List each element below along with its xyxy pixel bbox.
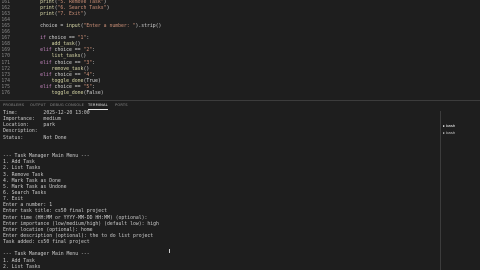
code-token: : bbox=[92, 84, 96, 90]
code-token: : bbox=[92, 72, 96, 78]
code-token: ) bbox=[83, 12, 87, 18]
terminal-list-item-bash[interactable]: ▸ bash bbox=[443, 123, 455, 129]
code-token: "4" bbox=[83, 72, 93, 78]
code-token: choice == bbox=[51, 48, 84, 54]
code-token: toggle_done bbox=[51, 78, 84, 84]
code-token: choice = bbox=[17, 24, 67, 30]
mouse-cursor bbox=[169, 249, 172, 253]
code-token: input bbox=[66, 24, 81, 30]
code-token: "2" bbox=[83, 48, 93, 54]
terminal-output[interactable]: Time: 2025-12-20 13:00 Importance: medium… bbox=[0, 111, 440, 270]
code-token: list_tasks bbox=[51, 54, 81, 60]
code-token: print bbox=[40, 12, 55, 18]
terminal-list-label: bash bbox=[446, 123, 456, 128]
terminal-icon: ▸ bbox=[443, 130, 445, 135]
terminal-line: Task added: cs50 final project bbox=[3, 240, 90, 246]
code-token: ) bbox=[106, 6, 110, 12]
panel-tab-bar: PROBLEMS OUTPUT DEBUG CONSOLE TERMINAL P… bbox=[0, 101, 480, 110]
terminal-line: Status: Not Done bbox=[3, 135, 67, 141]
code-token: (True) bbox=[83, 78, 101, 84]
code-token: toggle_done bbox=[51, 90, 84, 96]
code-token: elif bbox=[40, 48, 52, 54]
code-token: choice == bbox=[51, 60, 84, 66]
line-number: 176 bbox=[1, 90, 10, 96]
tab-ports[interactable]: PORTS bbox=[115, 102, 128, 109]
code-token: elif bbox=[40, 84, 52, 90]
code-token: add_task bbox=[51, 42, 75, 48]
code-token: elif bbox=[40, 60, 52, 66]
code-editor[interactable]: 161 print("5. Remove Task") 162 print("6.… bbox=[0, 0, 480, 100]
code-token: : bbox=[86, 36, 90, 42]
code-token: (False) bbox=[83, 90, 104, 96]
code-token: "5. Remove Task" bbox=[57, 0, 104, 5]
code-token: () bbox=[80, 54, 87, 60]
code-token: ).strip() bbox=[135, 24, 162, 30]
tab-output[interactable]: OUTPUT bbox=[30, 102, 46, 109]
code-token: () bbox=[74, 42, 81, 48]
code-text: toggle_done(False) bbox=[17, 91, 104, 97]
terminal-list-label: bash bbox=[446, 130, 456, 135]
bottom-panel: PROBLEMS OUTPUT DEBUG CONSOLE TERMINAL P… bbox=[0, 100, 480, 270]
terminal-list-item-bash[interactable]: ▸ bash bbox=[443, 130, 455, 136]
code-token: elif bbox=[40, 72, 52, 78]
code-token: choice == bbox=[45, 36, 78, 42]
code-token: "6. Search Tasks" bbox=[57, 6, 107, 12]
code-token: : bbox=[92, 60, 96, 66]
code-token: "Enter a number: " bbox=[83, 24, 136, 30]
code-line: 176 toggle_done(False) bbox=[0, 91, 440, 97]
code-token: "7. Exit" bbox=[57, 12, 84, 18]
code-token: "3" bbox=[83, 60, 93, 66]
code-token: choice == bbox=[51, 72, 84, 78]
code-token: print bbox=[40, 6, 55, 12]
code-token: choice == bbox=[51, 84, 84, 90]
terminal-list: ▸ bash ▸ bash bbox=[440, 111, 480, 270]
tab-terminal[interactable]: TERMINAL bbox=[88, 102, 108, 110]
code-token: remove_task bbox=[51, 66, 84, 72]
code-token: print bbox=[40, 0, 55, 5]
code-token: "5" bbox=[83, 84, 93, 90]
terminal-icon: ▸ bbox=[443, 123, 445, 128]
code-token: ) bbox=[103, 0, 107, 5]
tab-debug-console[interactable]: DEBUG CONSOLE bbox=[50, 102, 84, 109]
code-token: : bbox=[92, 48, 96, 54]
code-token: () bbox=[83, 66, 90, 72]
tab-problems[interactable]: PROBLEMS bbox=[3, 102, 24, 109]
terminal-line: 2. List Tasks bbox=[3, 264, 41, 270]
